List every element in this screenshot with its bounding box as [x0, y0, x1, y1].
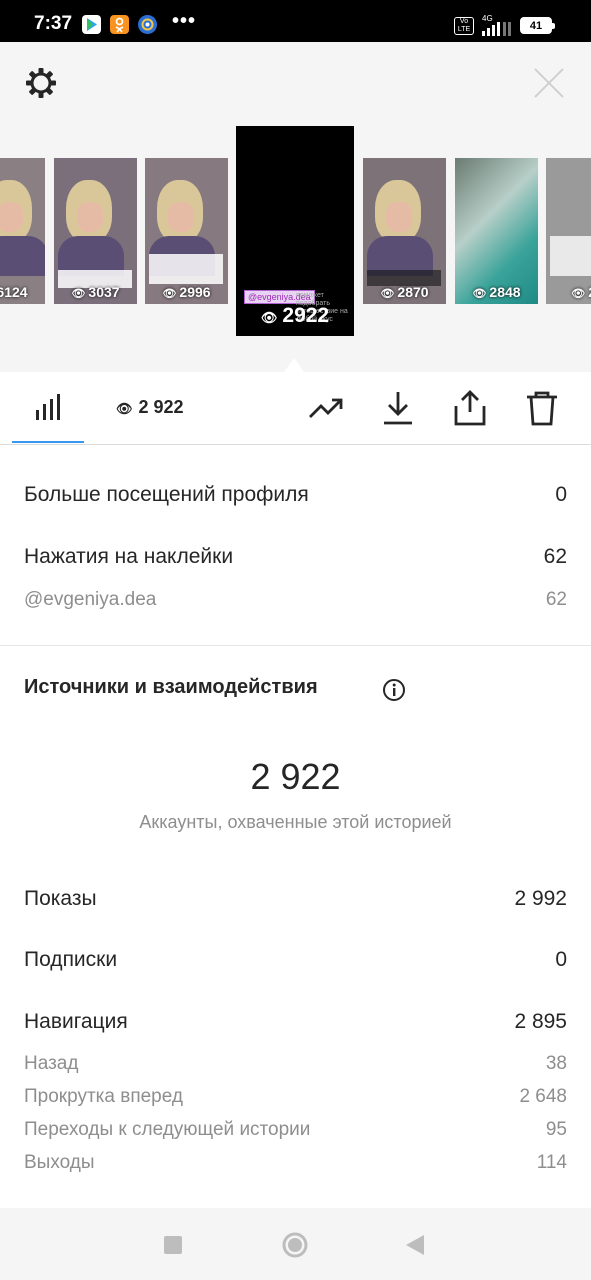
back-button[interactable] — [406, 1235, 424, 1255]
selected-story-thumbnail[interactable]: @evgeniya.dea поможет подобрать путешест… — [236, 126, 354, 336]
settings-icon[interactable] — [24, 66, 58, 100]
trash-icon[interactable] — [524, 390, 560, 426]
eye-icon: 👁 — [162, 288, 177, 300]
selected-story-views: 2922 — [282, 304, 330, 327]
home-button[interactable] — [282, 1232, 308, 1258]
stat-label: Переходы к следующей истории — [24, 1119, 311, 1140]
stat-label: Выходы — [24, 1152, 95, 1173]
stat-label: Подписки — [24, 948, 118, 971]
ok-app-icon — [110, 15, 129, 34]
thumbnail-views: 6124 — [0, 284, 28, 300]
active-tab-indicator — [12, 441, 84, 443]
stat-value: 2 648 — [519, 1086, 567, 1107]
trending-icon[interactable] — [308, 390, 344, 426]
stat-label: @evgeniya.dea — [24, 589, 157, 610]
reach-label: Аккаунты, охваченные этой историей — [139, 812, 452, 832]
stat-value: 95 — [545, 1119, 567, 1140]
info-icon[interactable] — [382, 678, 406, 702]
more-notifications-indicator: ••• — [172, 10, 197, 32]
stat-label: Показы — [24, 887, 97, 910]
story-header: 👁6124 👁3037 👁2996 @evgeniya.dea поможет … — [0, 42, 591, 372]
story-thumbnail[interactable]: 👁 2996 — [145, 158, 228, 304]
status-time: 7:37 — [34, 13, 73, 34]
stats-icon[interactable] — [34, 394, 62, 422]
close-icon[interactable] — [532, 66, 566, 100]
stat-value: 0 — [555, 948, 567, 971]
battery-indicator: 41 — [520, 17, 555, 34]
thumbnail-views: 3037 — [88, 284, 120, 300]
stat-value: 62 — [545, 589, 567, 610]
eye-icon: 👁 — [380, 288, 395, 300]
stat-value: 2 895 — [514, 1010, 567, 1033]
play-store-icon — [82, 15, 101, 34]
story-thumbnail[interactable]: 👁6124 — [0, 158, 45, 304]
eye-icon: 👁 — [472, 288, 487, 300]
story-thumbnail[interactable]: 👁 3037 — [54, 158, 137, 304]
signal-icon — [482, 22, 511, 36]
eye-icon: 👁 — [260, 310, 278, 325]
eye-icon: 👁 — [571, 288, 586, 300]
story-thumbnail[interactable]: 👁 2848 — [455, 158, 538, 304]
stat-label: Больше посещений профиля — [24, 483, 309, 506]
eye-icon: 👁 — [71, 288, 86, 300]
volte-badge: Vo LTE — [454, 17, 474, 35]
system-nav-bar — [0, 1208, 591, 1280]
selected-pointer — [284, 358, 304, 372]
status-bar: 7:37 ••• Vo LTE 4G 41 — [0, 0, 591, 42]
stat-value: 62 — [543, 545, 567, 568]
section-divider — [0, 645, 591, 646]
reach-value: 2 922 — [250, 756, 341, 797]
tab-views[interactable]: 👁 2 922 — [116, 397, 184, 418]
section-title: Источники и взаимодействия — [24, 676, 318, 698]
stat-label: Прокрутка вперед — [24, 1086, 183, 1107]
stat-label: Навигация — [24, 1010, 128, 1033]
download-icon[interactable] — [381, 390, 417, 426]
story-thumbnail[interactable]: 👁 2870 — [363, 158, 446, 304]
views-count: 2 922 — [138, 397, 184, 417]
stat-value: 38 — [545, 1053, 567, 1074]
insights-toolbar: 👁 2 922 — [0, 372, 591, 445]
thumbnail-views: 2848 — [489, 284, 521, 300]
stat-value: 0 — [555, 483, 567, 506]
stat-value: 114 — [536, 1152, 567, 1173]
browser-icon — [138, 15, 157, 34]
thumbnail-views: 2996 — [179, 284, 211, 300]
story-thumbnail[interactable]: 👁27 — [546, 158, 591, 304]
thumbnail-views: 2870 — [397, 284, 429, 300]
stat-label: Назад — [24, 1053, 79, 1074]
stat-label: Нажатия на наклейки — [24, 545, 234, 568]
recents-button[interactable] — [164, 1236, 182, 1254]
stat-value: 2 992 — [514, 887, 567, 910]
share-icon[interactable] — [452, 390, 488, 426]
eye-icon: 👁 — [116, 401, 133, 416]
